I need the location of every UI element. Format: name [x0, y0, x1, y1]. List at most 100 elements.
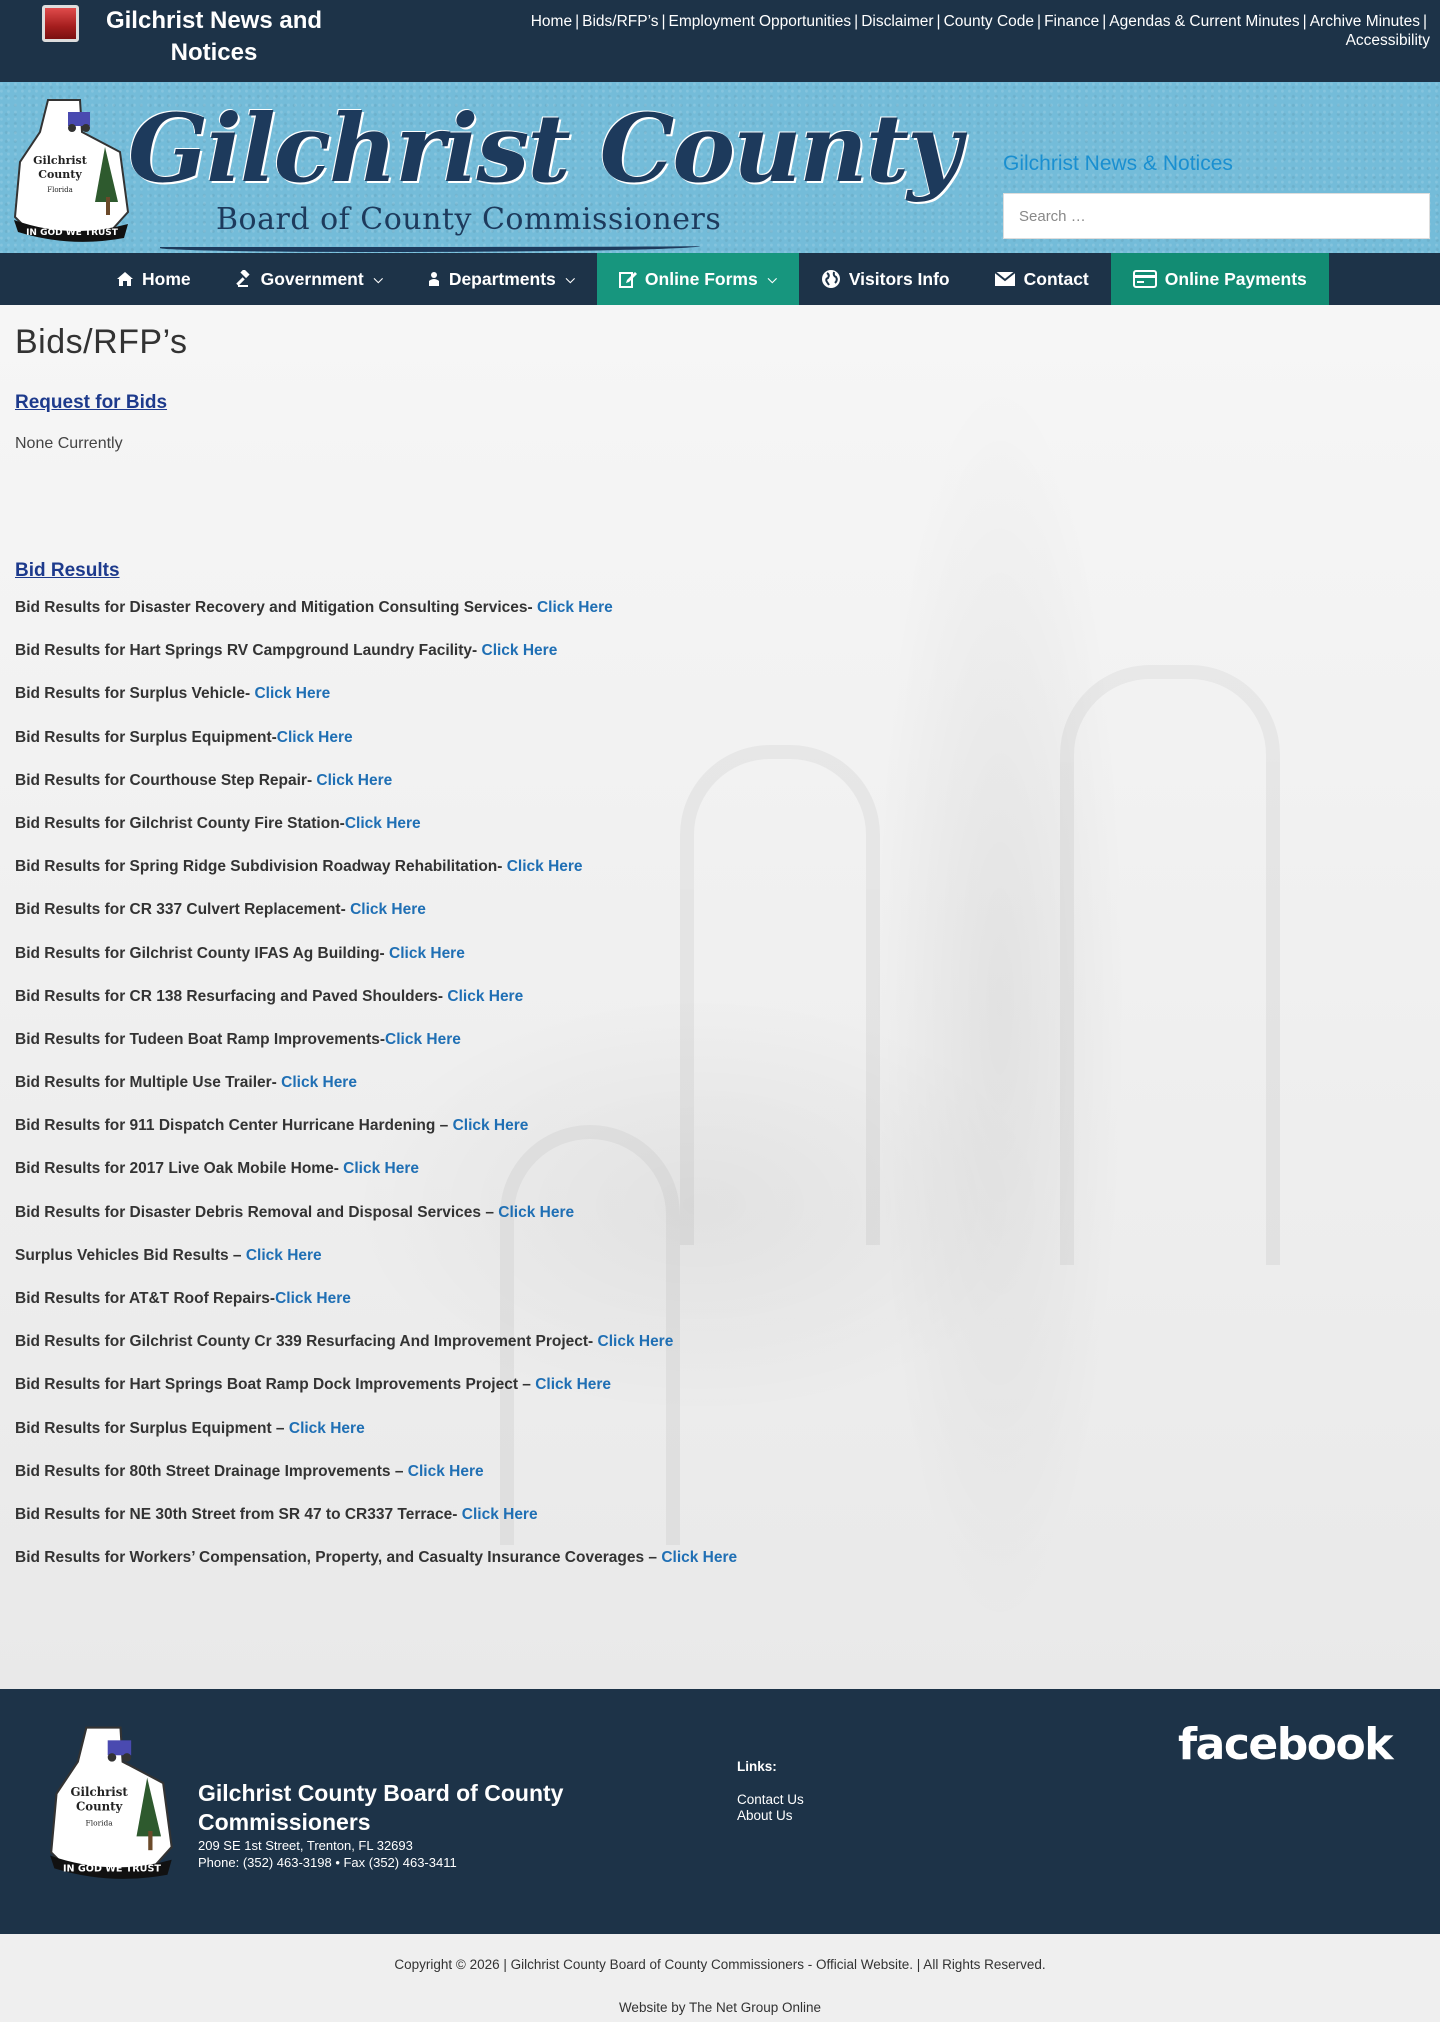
bid-result-link[interactable]: Click Here [385, 1031, 461, 1048]
request-for-bids-heading[interactable]: Request for Bids [15, 392, 167, 414]
bid-result-link[interactable]: Click Here [598, 1333, 674, 1350]
footer-org-info: Gilchrist County Board of County Commiss… [198, 1779, 618, 1871]
bid-result-link[interactable]: Click Here [389, 945, 465, 962]
bid-results-heading[interactable]: Bid Results [15, 560, 120, 582]
bid-result-label: Bid Results for Hart Springs Boat Ramp D… [15, 1376, 536, 1394]
bid-result-row: Bid Results for Surplus Equipment – Clic… [15, 1417, 1425, 1460]
bid-result-label: Bid Results for CR 138 Resurfacing and P… [15, 987, 448, 1005]
top-link-accessibility[interactable]: Accessibility [1346, 32, 1430, 49]
footer-links: Links: Contact Us About Us [737, 1759, 804, 1824]
nav-visitors-info-label: Visitors Info [848, 268, 950, 289]
search-input[interactable] [1003, 193, 1430, 239]
bid-result-link[interactable]: Click Here [277, 729, 353, 746]
top-link-agendas[interactable]: Agendas & Current Minutes [1109, 13, 1299, 30]
bid-result-link[interactable]: Click Here [289, 1420, 365, 1437]
svg-text:Gilchrist: Gilchrist [71, 1785, 129, 1799]
nav-visitors-info[interactable]: Visitors Info [799, 253, 972, 305]
bid-result-link[interactable]: Click Here [537, 599, 613, 616]
county-seal-logo[interactable]: Gilchrist County Florida IN GOD WE TRUST [10, 92, 135, 242]
bid-result-label: Bid Results for 80th Street Drainage Imp… [15, 1462, 408, 1480]
bid-result-link[interactable]: Click Here [482, 642, 558, 659]
nav-home-label: Home [142, 268, 191, 289]
nav-government[interactable]: Government ⌵ [213, 253, 405, 305]
bid-result-row: Bid Results for CR 337 Culvert Replaceme… [15, 898, 1425, 941]
bid-result-row: Bid Results for 911 Dispatch Center Hurr… [15, 1114, 1425, 1157]
bid-result-row: Bid Results for Gilchrist County Cr 339 … [15, 1330, 1425, 1373]
bid-result-link[interactable]: Click Here [661, 1549, 737, 1566]
top-link-bids[interactable]: Bids/RFP’s [582, 13, 658, 30]
bid-result-link[interactable]: Click Here [498, 1204, 574, 1221]
bid-result-link[interactable]: Click Here [254, 685, 330, 702]
bid-result-label: Bid Results for Gilchrist County Fire St… [15, 814, 345, 832]
bid-result-row: Bid Results for Workers’ Compensation, P… [15, 1546, 1425, 1589]
top-link-archive-minutes[interactable]: Archive Minutes [1310, 13, 1420, 30]
bid-results-list: Bid Results for Disaster Recovery and Mi… [15, 596, 1425, 1589]
bid-result-row: Bid Results for Disaster Debris Removal … [15, 1201, 1425, 1244]
nav-online-forms[interactable]: Online Forms ⌵ [596, 253, 799, 305]
bid-result-link[interactable]: Click Here [316, 772, 392, 789]
bid-result-link[interactable]: Click Here [246, 1247, 322, 1264]
nav-online-payments[interactable]: Online Payments [1110, 253, 1329, 305]
gavel-icon [235, 270, 253, 288]
bid-result-row: Bid Results for 2017 Live Oak Mobile Hom… [15, 1157, 1425, 1200]
globe-icon [821, 269, 841, 289]
bid-result-label: Bid Results for Hart Springs RV Campgrou… [15, 642, 482, 660]
top-link-county-code[interactable]: County Code [944, 13, 1034, 30]
envelope-icon [994, 271, 1016, 287]
bid-result-label: Bid Results for NE 30th Street from SR 4… [15, 1505, 462, 1523]
bid-result-row: Bid Results for Gilchrist County Fire St… [15, 812, 1425, 855]
nav-contact-label: Contact [1023, 268, 1089, 289]
bid-result-row: Bid Results for Multiple Use Trailer- Cl… [15, 1071, 1425, 1114]
request-status: None Currently [15, 435, 123, 452]
footer-org-name: Gilchrist County Board of County Commiss… [198, 1780, 564, 1835]
copyright-text: Copyright © 2026 | Gilchrist County Boar… [394, 1957, 1046, 1972]
edit-icon [618, 270, 637, 288]
bid-result-link[interactable]: Click Here [350, 901, 426, 918]
footer-link-about-us[interactable]: About Us [737, 1808, 804, 1824]
top-link-employment[interactable]: Employment Opportunities [669, 13, 852, 30]
main-content: Bids/RFP’s Request for Bids None Current… [0, 305, 1440, 1589]
bid-result-row: Bid Results for 80th Street Drainage Imp… [15, 1460, 1425, 1503]
nav-departments[interactable]: Departments ⌵ [405, 253, 597, 305]
logo-swoosh [160, 242, 700, 252]
bid-result-label: Bid Results for 2017 Live Oak Mobile Hom… [15, 1160, 344, 1178]
nav-online-forms-label: Online Forms [644, 268, 758, 289]
bid-result-link[interactable]: Click Here [345, 815, 421, 832]
chevron-down-icon: ⌵ [767, 271, 777, 286]
footer-link-contact-us[interactable]: Contact Us [737, 1792, 804, 1808]
bid-result-link[interactable]: Click Here [447, 988, 523, 1005]
svg-text:Gilchrist: Gilchrist [33, 154, 88, 167]
site-logo-subtitle: Board of County Commissioners [216, 202, 722, 237]
top-link-finance[interactable]: Finance [1044, 13, 1099, 30]
bid-result-label: Bid Results for Disaster Recovery and Mi… [15, 599, 537, 616]
nav-contact[interactable]: Contact [972, 253, 1111, 305]
top-link-home[interactable]: Home [531, 13, 572, 30]
bid-result-link[interactable]: Click Here [281, 1074, 357, 1091]
bid-result-link[interactable]: Click Here [453, 1117, 529, 1134]
nav-government-label: Government [260, 268, 364, 289]
site-credit[interactable]: Website by The Net Group Online [0, 2000, 1440, 2015]
site-brand-label: Gilchrist News and Notices [105, 7, 323, 66]
chevron-down-icon: ⌵ [565, 271, 575, 286]
site-brand[interactable]: Gilchrist News and Notices [42, 0, 342, 69]
nav-home[interactable]: Home [94, 253, 213, 305]
main-nav: Home Government ⌵ Departments ⌵ Online F… [0, 253, 1440, 305]
site-logo-title[interactable]: Gilchrist County [128, 94, 962, 204]
bid-result-row: Bid Results for Surplus Vehicle- Click H… [15, 682, 1425, 725]
bid-result-row: Bid Results for Gilchrist County IFAS Ag… [15, 942, 1425, 985]
bid-result-link[interactable]: Click Here [462, 1506, 538, 1523]
bid-result-label: Bid Results for Surplus Vehicle- [15, 685, 255, 703]
bid-result-link[interactable]: Click Here [343, 1160, 419, 1177]
top-link-disclaimer[interactable]: Disclaimer [861, 13, 933, 30]
bid-result-link[interactable]: Click Here [535, 1376, 611, 1393]
bid-result-label: Bid Results for Tudeen Boat Ramp Improve… [15, 1030, 386, 1048]
news-notices-link[interactable]: Gilchrist News & Notices [1003, 152, 1430, 176]
facebook-logo-link[interactable]: facebook [1178, 1719, 1393, 1770]
bid-result-label: Surplus Vehicles Bid Results – [15, 1246, 246, 1264]
top-links: Home | Bids/RFP’s | Employment Opportunities… [530, 13, 1430, 49]
bid-result-label: Bid Results for Courthouse Step Repair- [15, 771, 317, 789]
bid-result-link[interactable]: Click Here [507, 858, 583, 875]
bid-result-link[interactable]: Click Here [275, 1290, 351, 1307]
bid-result-link[interactable]: Click Here [408, 1463, 484, 1480]
person-icon [427, 271, 441, 287]
